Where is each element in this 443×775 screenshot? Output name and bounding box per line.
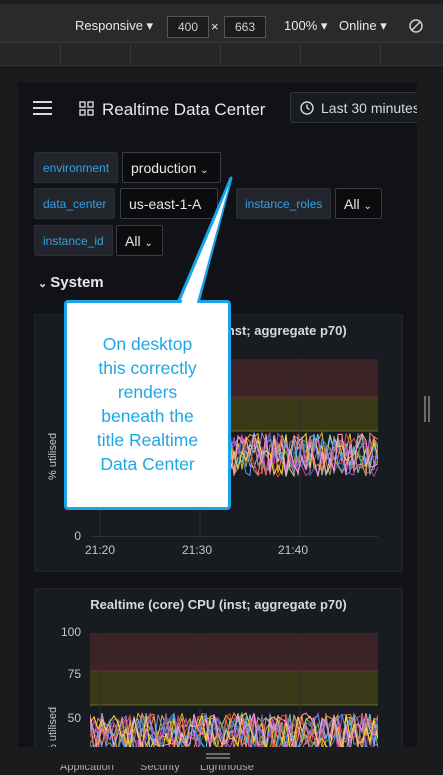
device-select[interactable]: Responsive ▾ <box>75 18 153 34</box>
variable-select-environment[interactable]: production ⌄ <box>122 152 221 183</box>
dashboard-title[interactable]: Realtime Data Center <box>102 100 265 120</box>
y-tick-label: 0 <box>74 529 81 543</box>
tab-application[interactable]: Application <box>60 765 114 773</box>
viewport-width-input[interactable]: 400 <box>167 16 209 38</box>
graph-panel-2[interactable]: Realtime (core) CPU (inst; aggregate p70… <box>34 588 403 747</box>
network-throttle-select[interactable]: Online ▾ <box>339 18 387 34</box>
x-tick-label: 21:40 <box>278 543 309 557</box>
annotation-callout: On desktop this correctly renders beneat… <box>64 300 231 510</box>
y-axis-label: % utilised <box>47 432 59 480</box>
y-tick-label: 75 <box>67 667 81 681</box>
variable-select-instance-id[interactable]: All ⌄ <box>116 225 163 256</box>
viewport-height-input[interactable]: 663 <box>224 16 266 38</box>
x-tick-label: 21:20 <box>85 543 116 557</box>
y-tick-label: 100 <box>60 625 81 639</box>
x-tick-label: 21:30 <box>182 543 213 557</box>
resize-handle-right[interactable] <box>424 396 426 422</box>
devtools-device-toolbar: Responsive ▾ 400 × 663 100% ▾ Online ▾ <box>0 0 443 43</box>
chevron-down-icon: ⌄ <box>200 165 209 176</box>
chevron-down-icon: ⌄ <box>38 278 51 290</box>
devtools-top-edge <box>0 0 443 4</box>
time-range-picker[interactable]: Last 30 minutes <box>290 92 417 123</box>
graph-plot-area <box>90 633 378 747</box>
variable-label-instance-id: instance_id <box>34 225 113 256</box>
variable-value: us-east-1-A <box>129 196 201 212</box>
dashboard-grid-icon <box>79 101 94 116</box>
variable-value: production <box>131 160 197 176</box>
callout-line: this correctly <box>98 358 197 378</box>
time-range-label: Last 30 minutes <box>321 100 417 116</box>
callout-line: renders <box>117 382 178 402</box>
variable-label-environment: environment <box>34 152 119 183</box>
variable-select-data-center[interactable]: us-east-1-A ⌄ <box>120 188 218 243</box>
dimension-separator: × <box>211 19 219 34</box>
chevron-down-icon: ⌄ <box>144 238 153 249</box>
callout-line: Data Center <box>100 454 195 474</box>
panel-title[interactable]: Realtime (core) CPU (inst; aggregate p70… <box>35 597 402 612</box>
callout-line: title Realtime <box>96 430 199 450</box>
y-tick-label: 50 <box>67 711 81 725</box>
devtools-bottom-tabs: Application Security Lighthouse <box>0 765 443 775</box>
resize-handle-right-grip[interactable] <box>428 396 430 422</box>
cpu-series-lines <box>90 711 378 747</box>
variable-value: All <box>125 233 141 249</box>
row-title: System <box>50 274 104 291</box>
rotate-icon[interactable] <box>408 18 424 34</box>
chevron-down-icon: ⌄ <box>363 201 372 212</box>
tab-security[interactable]: Security <box>140 765 180 773</box>
variable-value: All <box>344 196 360 212</box>
variable-label-instance-roles: instance_roles <box>236 188 332 219</box>
zoom-select[interactable]: 100% ▾ <box>284 18 327 34</box>
callout-line: On desktop <box>102 334 193 354</box>
hamburger-menu-icon[interactable] <box>33 100 53 116</box>
devtools-ruler <box>0 43 443 66</box>
variable-select-instance-roles[interactable]: All ⌄ <box>335 188 382 219</box>
callout-line: beneath the <box>101 406 194 426</box>
row-header-system[interactable]: ⌄ System <box>38 274 104 291</box>
variable-label-data-center: data_center <box>34 188 116 219</box>
clock-icon <box>300 101 314 115</box>
tab-lighthouse[interactable]: Lighthouse <box>200 765 254 773</box>
